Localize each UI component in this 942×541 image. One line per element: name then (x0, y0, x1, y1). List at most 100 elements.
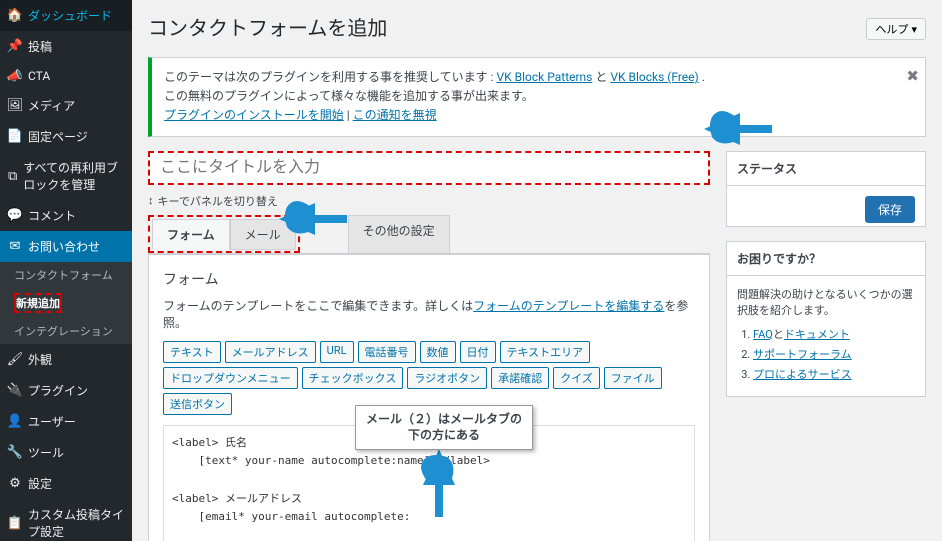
sidebar-item-media[interactable]: 🖼メディア (0, 90, 132, 121)
help-link-3: プロによるサービス (753, 366, 915, 382)
page-icon: 📄 (8, 130, 22, 144)
support-link[interactable]: サポートフォーラム (753, 348, 852, 361)
notice-text: と (595, 70, 610, 84)
sidebar-label: CTA (28, 69, 50, 83)
form-desc: フォームのテンプレートをここで編集できます。詳しくはフォームのテンプレートを編集… (163, 297, 695, 331)
sidebar-item-dashboard[interactable]: 🏠 ダッシュボード (0, 0, 132, 31)
sidebar-label: 外観 (28, 351, 52, 368)
tab-form[interactable]: フォーム (152, 219, 230, 250)
toggle-label: キーでパネルを切り替え (158, 193, 278, 209)
notice-text: この無料のプラグインによって様々な機能を追加する事が出来ます。 (164, 87, 913, 106)
megaphone-icon: 📣 (8, 69, 22, 83)
form-heading: フォーム (163, 269, 695, 289)
help-link-2: サポートフォーラム (753, 346, 915, 362)
help-button[interactable]: ヘルプ ▾ (866, 18, 926, 40)
tag-button[interactable]: 承諾確認 (491, 367, 549, 389)
admin-notice: ✖ このテーマは次のプラグインを利用する事を推奨しています : VK Block… (148, 57, 926, 137)
page-title: コンタクトフォームを追加 (148, 6, 387, 51)
user-icon: 👤 (8, 415, 22, 429)
sidebar-label: ユーザー (28, 413, 76, 430)
tag-button[interactable]: ファイル (604, 367, 662, 389)
tag-button[interactable]: チェックボックス (302, 367, 404, 389)
sidebar-label: カスタム投稿タイプ設定 (28, 506, 124, 540)
tag-button[interactable]: メールアドレス (225, 341, 316, 363)
form-title-input[interactable] (148, 151, 710, 185)
status-box: ステータス 保存 (726, 151, 926, 227)
help-link-1: FAQとドキュメント (753, 326, 915, 342)
tag-button[interactable]: 送信ボタン (163, 393, 232, 415)
tag-button[interactable]: ドロップダウンメニュー (163, 367, 298, 389)
tag-buttons-row: テキストメールアドレスURL電話番号数値日付テキストエリアドロップダウンメニュー… (163, 341, 695, 415)
sidebar-label: 固定ページ (28, 128, 88, 145)
form-desc-text: フォームのテンプレートをここで編集できます。詳しくは (163, 299, 473, 313)
tag-button[interactable]: 電話番号 (358, 341, 416, 363)
help-box-title: お困りですか？ (727, 242, 925, 276)
submenu-item-addnew[interactable]: 新規追加 (0, 288, 132, 318)
status-box-title: ステータス (727, 152, 925, 186)
tag-button[interactable]: テキストエリア (500, 341, 591, 363)
brush-icon: 🖌 (8, 353, 22, 367)
sidebar-label: 新規追加 (14, 293, 62, 313)
media-icon: 🖼 (8, 99, 22, 113)
sidebar-label: プラグイン (28, 382, 88, 399)
sidebar-item-cpt[interactable]: 📋カスタム投稿タイプ設定 (0, 499, 132, 541)
notice-install-link[interactable]: プラグインのインストールを開始 (164, 108, 344, 122)
sidebar-label: ダッシュボード (28, 7, 112, 24)
sidebar-label: コメント (28, 207, 76, 224)
sidebar-item-tools[interactable]: 🔧 ツール (0, 437, 132, 468)
pin-icon: 📌 (8, 40, 22, 54)
tag-button[interactable]: 数値 (420, 341, 456, 363)
wrench-icon: 🔧 (8, 446, 22, 460)
notice-dismiss-link[interactable]: この通知を無視 (353, 108, 437, 122)
help-label: ヘルプ (875, 24, 908, 36)
tag-button[interactable]: URL (320, 341, 354, 363)
sidebar-item-pages[interactable]: 📄 固定ページ (0, 121, 132, 152)
sidebar-label: お問い合わせ (28, 238, 100, 255)
sidebar-label: ツール (28, 444, 64, 461)
notice-text: このテーマは次のプラグインを利用する事を推奨しています : (164, 70, 497, 84)
tab-bar: フォーム メール その他の設定 (148, 215, 710, 254)
save-button[interactable]: 保存 (865, 196, 915, 223)
tab-other[interactable]: その他の設定 (348, 215, 450, 254)
tab-mail[interactable]: メール (230, 219, 296, 250)
form-panel: フォーム フォームのテンプレートをここで編集できます。詳しくはフォームのテンプレ… (148, 254, 710, 541)
main-content: コンタクトフォームを追加 ヘルプ ▾ ✖ このテーマは次のプラグインを利用する事… (132, 0, 942, 541)
admin-sidebar: 🏠 ダッシュボード 📌投稿 📣 CTA 🖼メディア 📄 固定ページ ⧉すべての再利用ブ… (0, 0, 132, 541)
panel-toggle-hint: ↕ キーでパネルを切り替え (148, 193, 710, 209)
topbar: コンタクトフォームを追加 ヘルプ ▾ (148, 0, 926, 57)
gear-icon: ⚙ (8, 477, 22, 491)
plugin-icon: 🔌 (8, 384, 22, 398)
sidebar-item-blocks[interactable]: ⧉すべての再利用ブロックを管理 (0, 152, 132, 200)
help-box-desc: 問題解決の助けとなるいくつかの選択肢を紹介します。 (737, 286, 915, 318)
comment-icon: 💬 (8, 209, 22, 223)
sidebar-item-posts[interactable]: 📌投稿 (0, 31, 132, 62)
sidebar-label: すべての再利用ブロックを管理 (23, 159, 124, 193)
pro-link[interactable]: プロによるサービス (753, 368, 852, 381)
notice-link-vkb[interactable]: VK Blocks (Free) (610, 70, 698, 84)
faq-link[interactable]: FAQ (753, 328, 773, 341)
sidebar-item-users[interactable]: 👤 ユーザー (0, 406, 132, 437)
updown-icon: ↕ (148, 194, 154, 207)
docs-link[interactable]: ドキュメント (784, 328, 850, 341)
tag-button[interactable]: ラジオボタン (407, 367, 487, 389)
help-box: お困りですか？ 問題解決の助けとなるいくつかの選択肢を紹介します。 FAQとドキ… (726, 241, 926, 397)
tag-button[interactable]: 日付 (460, 341, 496, 363)
sidebar-item-plugins[interactable]: 🔌 プラグイン (0, 375, 132, 406)
tag-button[interactable]: クイズ (553, 367, 600, 389)
submenu-item-forms[interactable]: コンタクトフォーム (0, 262, 132, 288)
form-desc-link[interactable]: フォームのテンプレートを編集する (473, 299, 664, 313)
tag-button[interactable]: テキスト (163, 341, 221, 363)
annotation-bubble: メール（２）はメールタブの 下の方にある (355, 405, 533, 450)
sidebar-item-contact[interactable]: ✉お問い合わせ (0, 231, 132, 262)
submenu-item-integration[interactable]: インテグレーション (0, 318, 132, 344)
dashboard-icon: 🏠 (8, 9, 22, 23)
sidebar-item-appearance[interactable]: 🖌 外観 (0, 344, 132, 375)
notice-link-vkbp[interactable]: VK Block Patterns (497, 70, 593, 84)
sidebar-item-cta[interactable]: 📣 CTA (0, 62, 132, 90)
sidebar-label: インテグレーション (14, 323, 113, 339)
notice-dismiss-icon[interactable]: ✖ (906, 64, 919, 88)
notice-text: . (702, 70, 705, 84)
sidebar-item-settings[interactable]: ⚙ 設定 (0, 468, 132, 499)
sidebar-label: 設定 (28, 475, 52, 492)
sidebar-item-comments[interactable]: 💬 コメント (0, 200, 132, 231)
